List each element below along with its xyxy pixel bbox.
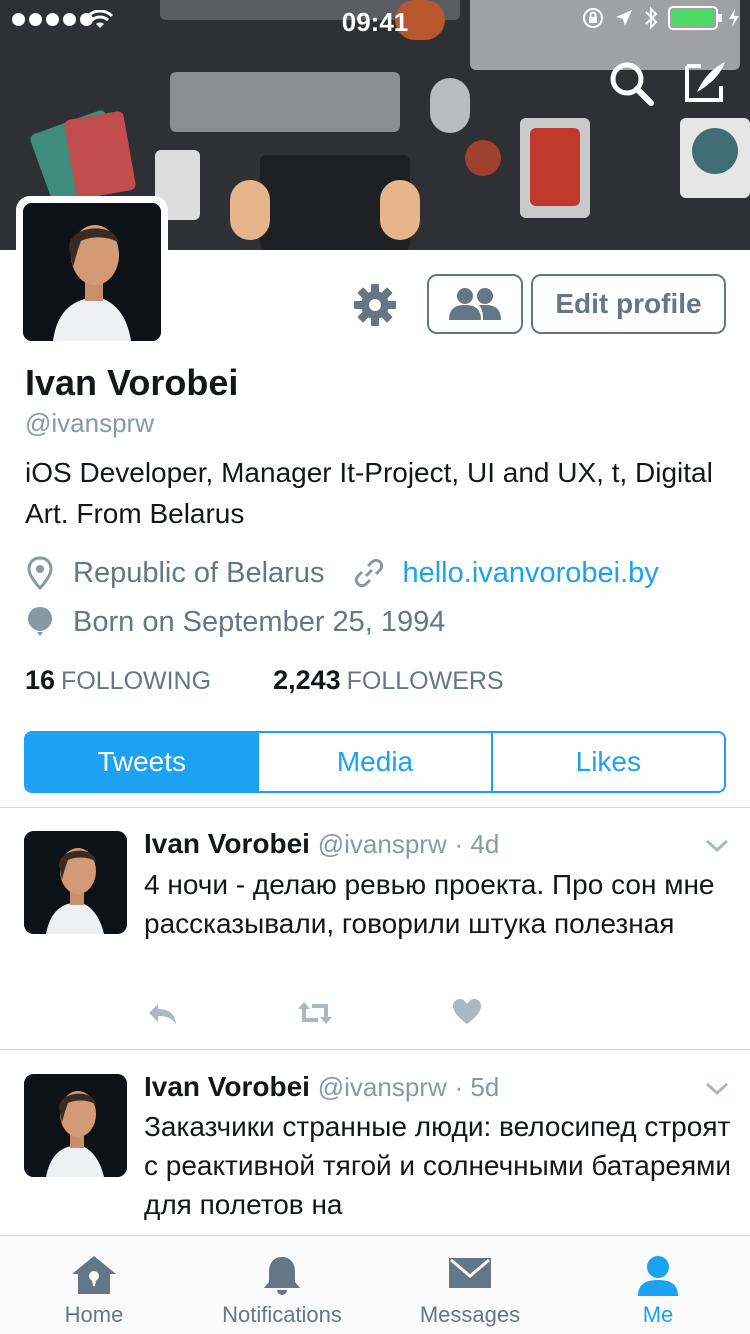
tweet-age: · 4d (454, 829, 500, 859)
people-icon (449, 288, 501, 320)
location-pin-icon (27, 556, 53, 590)
tabbar-item-me[interactable]: Me (564, 1236, 750, 1334)
tab-likes[interactable]: Likes (493, 733, 724, 791)
tabbar-label: Messages (419, 1302, 521, 1327)
tweet-header: Ivan Vorobei @ivansprw · 4d (144, 828, 499, 860)
tabbar-item-messages[interactable]: Messages (376, 1236, 564, 1334)
tweet-author[interactable]: Ivan Vorobei (144, 828, 310, 859)
link-icon (355, 558, 384, 588)
divider (0, 1049, 750, 1050)
followers-label: FOLLOWERS (346, 667, 504, 695)
avatar-portrait (24, 831, 127, 934)
like-icon[interactable] (452, 998, 482, 1026)
profile-avatar[interactable] (16, 196, 168, 348)
followers-count: 2,243 (273, 665, 341, 695)
status-bar: 09:41 (0, 0, 750, 40)
tabbar-label: Home (64, 1302, 124, 1327)
following-stat[interactable]: 16 FOLLOWING (25, 665, 211, 696)
settings-button[interactable] (352, 282, 398, 328)
compose-icon (685, 62, 725, 102)
search-button[interactable] (606, 58, 656, 108)
profile-location: Republic of Belarus (73, 556, 325, 589)
tweet-handle: @ivansprw (317, 829, 447, 859)
tab-media[interactable]: Media (259, 733, 493, 791)
tweet-text: 4 ночи - делаю ревью проекта. Про сон мн… (144, 869, 715, 939)
tabbar-item-home[interactable]: Home (0, 1236, 188, 1334)
divider (0, 807, 750, 808)
profile-name: Ivan Vorobei (25, 362, 239, 403)
reply-icon[interactable] (146, 1000, 178, 1026)
tweet-avatar[interactable] (24, 831, 127, 934)
tweet-avatar[interactable] (24, 1074, 127, 1177)
charging-icon (729, 9, 739, 27)
profile-stats: 16 FOLLOWING 2,243 FOLLOWERS (25, 665, 504, 696)
chevron-down-icon[interactable] (704, 1079, 730, 1099)
bluetooth-icon (645, 6, 658, 30)
profile-meta-row: Republic of Belarus hello.ivanvorobei.by (25, 556, 659, 590)
following-count: 16 (25, 665, 56, 695)
gear-icon (354, 284, 396, 326)
chevron-down-icon[interactable] (704, 836, 730, 856)
avatar-portrait (23, 203, 161, 341)
profile-birthday: Born on September 25, 1994 (73, 605, 446, 638)
tweet-header: Ivan Vorobei @ivansprw · 5d (144, 1071, 499, 1103)
avatar-portrait (24, 1074, 127, 1177)
tab-bar: Home Notifications Messages Me (0, 1235, 750, 1334)
rotation-lock-icon (583, 8, 603, 28)
tweet-author[interactable]: Ivan Vorobei (144, 1071, 310, 1102)
envelope-icon (449, 1258, 491, 1288)
edit-profile-button[interactable]: Edit profile (531, 274, 726, 334)
tabbar-label: Me (642, 1302, 674, 1327)
profile-website-link[interactable]: hello.ivanvorobei.by (402, 557, 658, 590)
lists-button[interactable] (427, 274, 523, 334)
bell-icon (264, 1257, 300, 1295)
tweet-age: · 5d (454, 1072, 500, 1102)
home-icon (72, 1256, 116, 1294)
followers-stat[interactable]: 2,243 FOLLOWERS (273, 665, 504, 696)
person-icon (638, 1256, 678, 1296)
location-arrow-icon (616, 10, 632, 26)
tweet-handle: @ivansprw (317, 1072, 447, 1102)
profile-handle: @ivansprw (25, 408, 154, 438)
following-label: FOLLOWING (61, 667, 212, 695)
compose-tweet-button[interactable] (683, 58, 733, 108)
tabbar-item-notifications[interactable]: Notifications (188, 1236, 376, 1334)
tabbar-label: Notifications (222, 1302, 342, 1327)
retweet-icon[interactable] (296, 998, 334, 1028)
battery-icon (668, 6, 722, 30)
search-icon (610, 62, 654, 106)
balloon-icon (28, 607, 52, 636)
profile-birthday-row: Born on September 25, 1994 (25, 605, 445, 639)
profile-bio: iOS Developer, Manager It-Project, UI an… (25, 457, 713, 529)
tab-tweets[interactable]: Tweets (26, 733, 260, 791)
profile-tabs: Tweets Media Likes (24, 731, 726, 793)
tweet-text: Заказчики странные люди: велосипед строя… (144, 1111, 732, 1220)
